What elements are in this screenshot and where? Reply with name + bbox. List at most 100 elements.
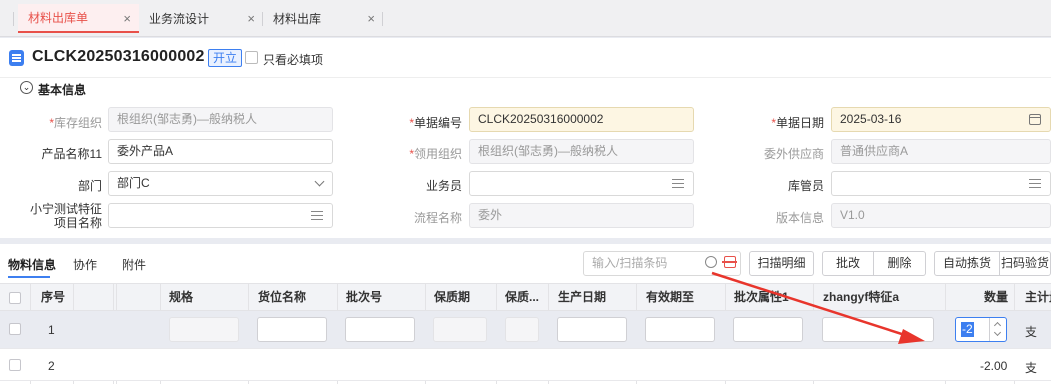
process-field[interactable]: 委外	[469, 203, 694, 228]
product-name-field[interactable]: 委外产品A	[108, 139, 333, 164]
page-title: CLCK20250316000002	[32, 48, 205, 65]
doc-code-label: *单据编号	[409, 116, 462, 130]
tab-bar: 材料出库单 × 业务流设计 × 材料出库 ×	[0, 0, 1051, 37]
row-unit: 支	[1025, 325, 1038, 339]
col-seq: 序号	[41, 290, 66, 304]
subtab-material-info[interactable]: 物料信息	[8, 256, 56, 273]
shelf-life-unit-cell	[505, 317, 539, 342]
tab-label: 材料出库单	[28, 11, 89, 25]
row-seq: 2	[48, 359, 55, 373]
inv-org-field[interactable]: 根组织(邹志勇)—般纳税人	[108, 107, 333, 132]
doc-date-field[interactable]: 2025-03-16	[831, 107, 1051, 132]
scan-icon[interactable]	[722, 256, 737, 268]
version-label: 版本信息	[775, 211, 824, 225]
clerk-label: 业务员	[425, 179, 462, 193]
version-field[interactable]: V1.0	[831, 203, 1051, 228]
table-header: 序号 规格 货位名称 批次号 保质期 保质... 生产日期 有效期至 批次属性1…	[0, 283, 1051, 311]
col-batch-no: 批次号	[346, 290, 383, 304]
detail-section: 物料信息 协作 附件 输入/扫描条码 扫描明细 批改 删除 自动拣货 扫码验货 …	[0, 244, 1051, 384]
auto-pick-button[interactable]: 自动拣货	[934, 251, 1000, 276]
tab-business-flow-design[interactable]: 业务流设计 ×	[139, 4, 263, 33]
xn-feature-field[interactable]	[108, 203, 333, 228]
close-icon[interactable]: ×	[367, 11, 375, 26]
required-only-checkbox[interactable]	[245, 51, 258, 64]
supplier-field[interactable]: 普通供应商A	[831, 139, 1051, 164]
spec-cell	[169, 317, 239, 342]
stepper-controls[interactable]	[989, 318, 1006, 341]
tab-material-outbound[interactable]: 材料出库 ×	[263, 4, 383, 33]
col-spec: 规格	[169, 290, 194, 304]
tab-label: 材料出库	[273, 12, 322, 26]
barcode-scan-input[interactable]: 输入/扫描条码	[583, 251, 741, 276]
inv-org-label: *库存组织	[49, 116, 102, 130]
doc-header: CLCK20250316000002 开立 只看必填项	[0, 38, 1051, 78]
scan-detail-button[interactable]: 扫描明细	[749, 251, 814, 276]
row-checkbox[interactable]	[9, 359, 21, 371]
keeper-label: 库管员	[787, 179, 824, 193]
row-unit: 支	[1025, 361, 1038, 375]
supplier-label: 委外供应商	[763, 147, 824, 161]
basic-info-section: ⌄ 基本信息 *库存组织 根组织(邹志勇)—般纳税人 *单据编号 CLCK202…	[0, 78, 1051, 238]
keeper-field[interactable]	[831, 171, 1051, 196]
required-only-label: 只看必填项	[263, 53, 324, 67]
col-location: 货位名称	[258, 290, 307, 304]
row-seq: 1	[48, 323, 55, 337]
tab-material-outbound-doc[interactable]: 材料出库单 ×	[18, 4, 139, 33]
doc-date-label: *单据日期	[771, 116, 824, 130]
produce-date-input[interactable]	[557, 317, 627, 342]
tab-label: 业务流设计	[149, 12, 210, 26]
use-org-label: *领用组织	[409, 147, 462, 161]
col-main-unit: 主计量	[1025, 290, 1051, 304]
use-org-field[interactable]: 根组织(邹志勇)—般纳税人	[469, 139, 694, 164]
status-badge: 开立	[208, 49, 243, 67]
active-tab-indicator	[8, 276, 50, 278]
quantity-value: -2	[961, 322, 974, 337]
close-icon[interactable]: ×	[247, 11, 255, 26]
table-row[interactable]: 1 -2 支	[0, 311, 1051, 349]
col-feature-a: zhangyf特征a	[823, 290, 900, 304]
select-all-checkbox[interactable]	[9, 292, 21, 304]
col-produce-date: 生产日期	[558, 290, 607, 304]
batch-edit-button[interactable]: 批改	[822, 251, 874, 276]
list-icon[interactable]	[672, 179, 684, 188]
calendar-icon[interactable]	[1029, 114, 1041, 125]
delete-button[interactable]: 删除	[874, 251, 926, 276]
tab-overflow[interactable]	[0, 4, 14, 33]
dept-select[interactable]: 部门C	[108, 171, 333, 196]
col-shelf-life-unit: 保质...	[505, 290, 540, 304]
subtab-collaboration[interactable]: 协作	[73, 256, 97, 273]
row-qty: -2.00	[980, 359, 1008, 373]
col-batch-attr: 批次属性1	[734, 290, 789, 304]
quantity-stepper[interactable]: -2	[955, 317, 1007, 342]
process-label: 流程名称	[413, 211, 462, 225]
batch-no-input[interactable]	[345, 317, 415, 342]
xn-feature-label: 小宁测试特征 项目名称	[29, 202, 102, 230]
close-icon[interactable]: ×	[123, 11, 131, 26]
list-icon[interactable]	[311, 211, 323, 220]
doc-date-value: 2025-03-16	[840, 112, 902, 126]
scan-inspect-button[interactable]: 扫码验货	[1000, 251, 1051, 276]
doc-code-field[interactable]: CLCK20250316000002	[469, 107, 694, 132]
dept-label: 部门	[77, 179, 102, 193]
col-shelf-life: 保质期	[434, 290, 471, 304]
expire-date-input[interactable]	[645, 317, 715, 342]
chevron-down-icon[interactable]	[314, 176, 325, 187]
table-row[interactable]: 2 -2.00 支	[0, 349, 1051, 381]
section-title: 基本信息	[38, 83, 87, 97]
dept-value: 部门C	[117, 176, 150, 190]
feature-a-input[interactable]	[822, 317, 934, 342]
product-name-label: 产品名称11	[41, 147, 102, 161]
col-expire-date: 有效期至	[646, 290, 695, 304]
subtab-attachment[interactable]: 附件	[122, 256, 146, 273]
row-checkbox[interactable]	[9, 323, 21, 335]
list-icon[interactable]	[1029, 179, 1041, 188]
clerk-field[interactable]	[469, 171, 694, 196]
shelf-life-cell	[433, 317, 487, 342]
chevron-down-icon[interactable]	[993, 328, 1002, 337]
col-qty: 数量	[984, 290, 1009, 304]
gear-icon[interactable]	[705, 256, 717, 268]
collapse-icon[interactable]: ⌄	[20, 81, 33, 94]
location-input[interactable]	[257, 317, 327, 342]
batch-attr-input[interactable]	[733, 317, 803, 342]
document-icon	[9, 50, 24, 66]
